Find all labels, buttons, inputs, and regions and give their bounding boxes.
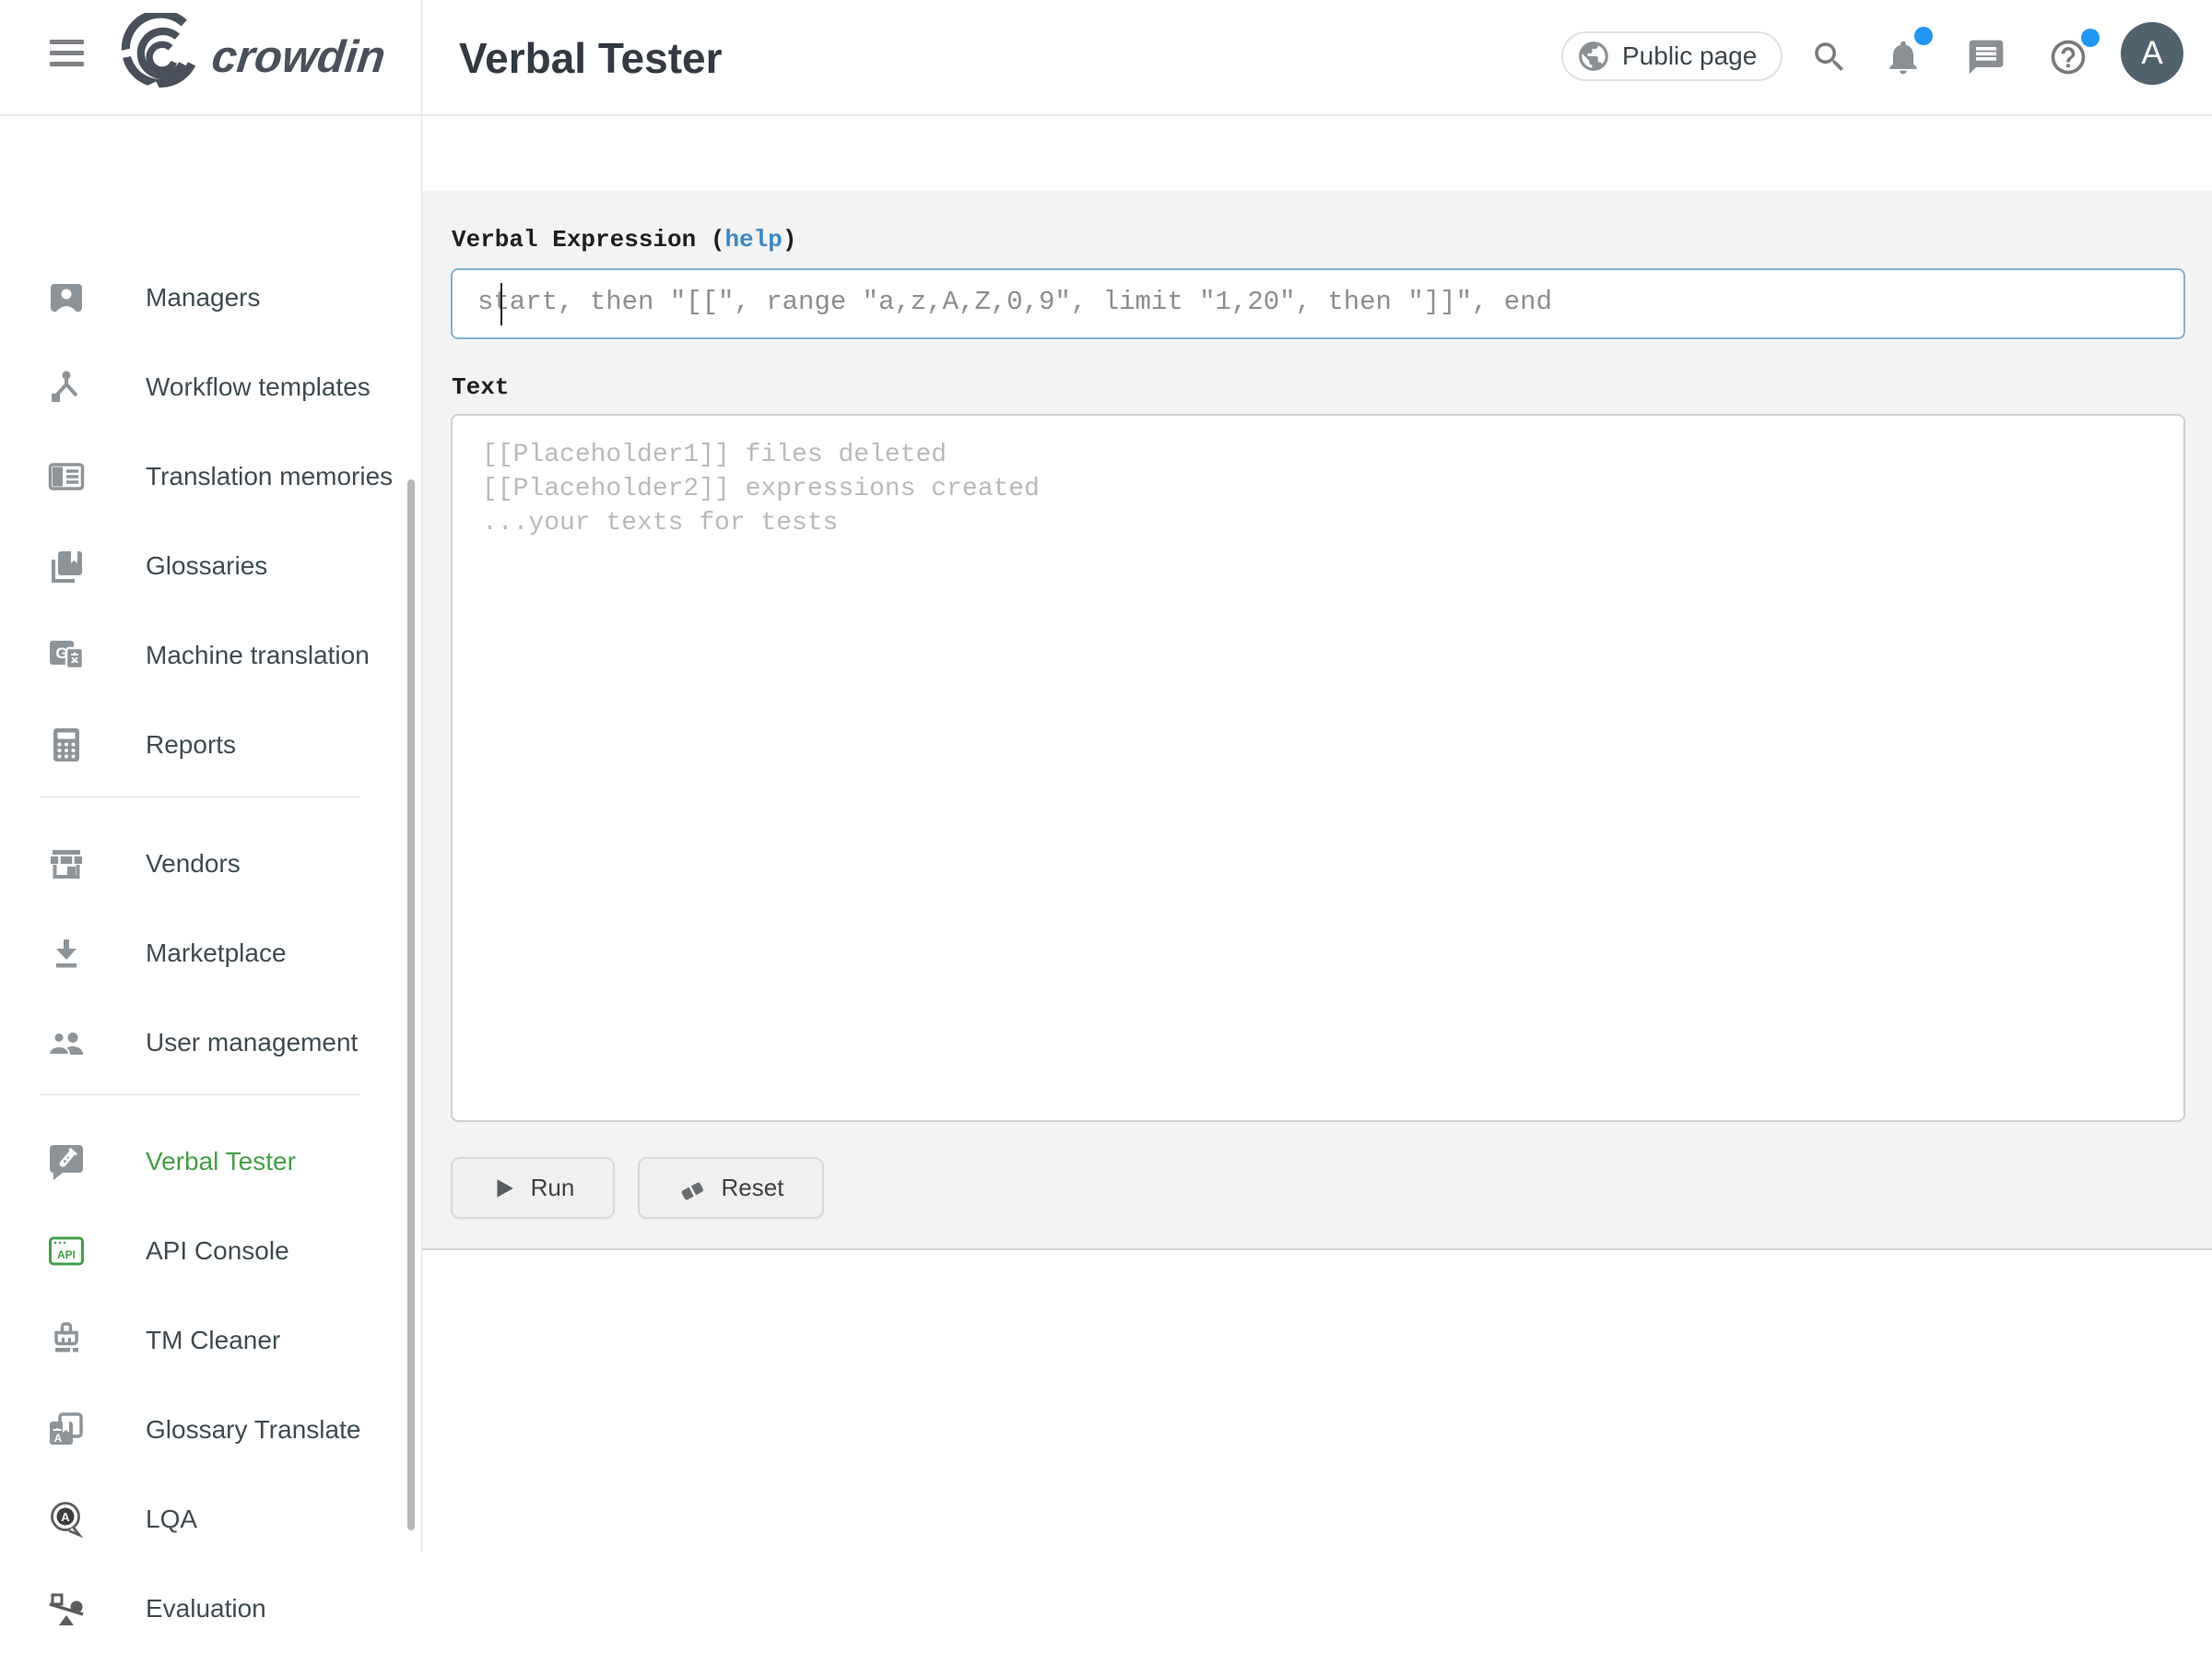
run-button-label: Run <box>531 1174 575 1202</box>
sidebar-item-label: TM Cleaner <box>146 1326 280 1355</box>
crowdin-logo[interactable]: crowdin <box>118 13 385 101</box>
sidebar-item-glossary-translate[interactable]: A Glossary Translate <box>0 1385 421 1474</box>
verbal-expression-input[interactable] <box>451 268 2185 339</box>
run-button[interactable]: Run <box>451 1157 615 1219</box>
verbal-tester-panel: Verbal Expression (help) Text Run Reset <box>422 191 2212 1250</box>
text-label: Text <box>452 373 509 401</box>
memory-card-icon <box>46 456 87 497</box>
page-title: Verbal Tester <box>459 33 723 83</box>
globe-icon <box>1576 39 1611 74</box>
sidebar-item-api-console[interactable]: API API Console <box>0 1206 421 1295</box>
top-header: crowdin Verbal Tester Public page A <box>0 0 2212 115</box>
hamburger-menu-icon[interactable] <box>50 40 85 75</box>
sidebar-item-label: Workflow templates <box>146 372 371 402</box>
lqa-bubble-icon: A <box>46 1499 87 1540</box>
help-badge <box>2081 29 2100 47</box>
sidebar-item-label: Marketplace <box>146 939 287 968</box>
chat-icon <box>1966 37 2006 77</box>
sidebar-nav: Managers Workflow templates Translation me… <box>0 114 421 1653</box>
sidebar-item-marketplace[interactable]: Marketplace <box>0 908 421 998</box>
sidebar-item-label: API Console <box>146 1236 289 1266</box>
sidebar-item-label: Translation memories <box>146 462 393 491</box>
download-icon <box>46 933 87 974</box>
sidebar-scrollbar[interactable] <box>407 479 415 1530</box>
crowdin-wordmark: crowdin <box>209 31 388 83</box>
help-link[interactable]: help <box>724 226 782 254</box>
api-window-icon: API <box>46 1231 87 1271</box>
sidebar-item-tm-cleaner[interactable]: TM Cleaner <box>0 1295 421 1385</box>
sidebar-item-label: Verbal Tester <box>146 1147 296 1176</box>
sidebar-item-label: Managers <box>146 283 261 313</box>
speech-testtube-icon <box>46 1141 87 1182</box>
eraser-icon <box>678 1175 706 1202</box>
sidebar-item-label: LQA <box>146 1505 197 1534</box>
svg-text:A: A <box>61 1510 70 1524</box>
sidebar: Managers Workflow templates Translation me… <box>0 114 421 1553</box>
sidebar-item-vendors[interactable]: Vendors <box>0 819 421 908</box>
sidebar-item-label: Vendors <box>146 849 241 879</box>
sidebar-item-verbal-tester[interactable]: Verbal Tester <box>0 1116 421 1206</box>
messages-button[interactable] <box>1965 36 2007 78</box>
book-bookmark-icon <box>46 546 87 586</box>
play-icon <box>491 1176 515 1200</box>
sidebar-border <box>421 0 422 1553</box>
avatar[interactable]: A <box>2121 22 2183 85</box>
search-button[interactable] <box>1808 36 1851 78</box>
public-page-label: Public page <box>1622 41 1757 71</box>
sidebar-item-machine-translation[interactable]: G Machine translation <box>0 610 421 700</box>
content-top-strip <box>422 114 2212 191</box>
crowdin-bird-icon <box>118 13 203 102</box>
sidebar-item-reports[interactable]: Reports <box>0 700 421 789</box>
text-input[interactable] <box>451 414 2185 1122</box>
svg-text:API: API <box>57 1248 76 1261</box>
reset-button[interactable]: Reset <box>638 1157 824 1219</box>
search-icon <box>1810 38 1849 77</box>
storefront-icon <box>46 844 87 884</box>
sidebar-item-label: Glossaries <box>146 551 267 581</box>
sidebar-item-label: Reports <box>146 730 236 760</box>
people-icon <box>46 1022 87 1063</box>
sidebar-item-label: User management <box>146 1028 358 1057</box>
notifications-badge <box>1914 27 1933 45</box>
sidebar-divider <box>41 1094 359 1095</box>
sidebar-item-label: Evaluation <box>146 1594 266 1623</box>
expression-label: Verbal Expression (help) <box>452 226 796 254</box>
sidebar-item-managers[interactable]: Managers <box>0 253 421 342</box>
svg-text:A: A <box>54 1432 63 1445</box>
sidebar-item-label: Glossary Translate <box>146 1415 360 1445</box>
sidebar-item-translation-memories[interactable]: Translation memories <box>0 431 421 521</box>
text-caret <box>500 283 502 325</box>
balance-icon <box>46 1588 87 1629</box>
public-page-button[interactable]: Public page <box>1561 31 1783 81</box>
broom-icon <box>46 1320 87 1361</box>
g-translate-icon: G <box>46 635 87 676</box>
sidebar-item-label: Machine translation <box>146 641 370 670</box>
reset-button-label: Reset <box>722 1174 784 1202</box>
glossary-translate-icon: A <box>46 1410 87 1450</box>
workflow-icon <box>46 367 87 407</box>
calculator-icon <box>46 725 87 765</box>
sidebar-item-glossaries[interactable]: Glossaries <box>0 521 421 610</box>
sidebar-item-lqa[interactable]: A LQA <box>0 1474 421 1564</box>
sidebar-item-evaluation[interactable]: Evaluation <box>0 1564 421 1653</box>
sidebar-item-user-management[interactable]: User management <box>0 998 421 1087</box>
person-card-icon <box>46 277 87 318</box>
avatar-letter: A <box>2141 35 2162 72</box>
sidebar-item-workflow-templates[interactable]: Workflow templates <box>0 342 421 431</box>
